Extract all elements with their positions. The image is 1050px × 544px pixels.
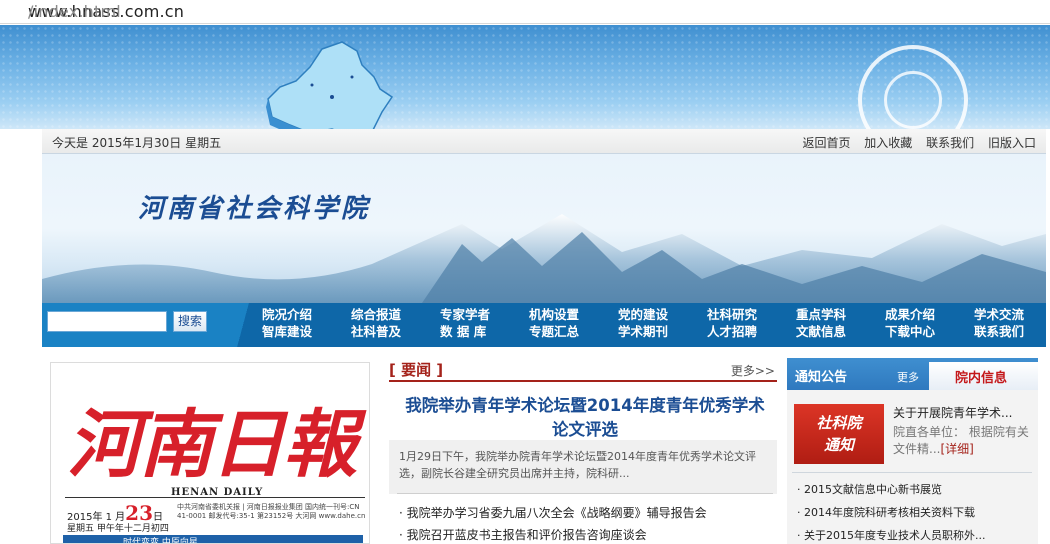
news-section-label: [ 要闻 ] bbox=[389, 361, 444, 379]
notice-list-item[interactable]: · 2014年度院科研考核相关资料下载 bbox=[797, 501, 985, 524]
tab-internal-info[interactable]: 院内信息 bbox=[929, 362, 1038, 390]
main-nav: 搜索 院况介绍 智库建设 综合报道 社科普及 专家学者数 据 库 机构设置 专题汇总 … bbox=[42, 303, 1046, 347]
tab-notices[interactable]: 通知公告 bbox=[795, 366, 847, 385]
nav-item-2[interactable]: 综合报道 社科普及 bbox=[351, 306, 431, 340]
news-list: · 我院举办学习省委九届八次全会《战略纲要》辅导报告会 · 我院召开蓝皮书主报告… bbox=[399, 502, 707, 544]
notice-panel: 通知公告 更多 院内信息 社科院 通知 关于开展院青年学术... 院直各单位： … bbox=[787, 358, 1038, 544]
contact-link[interactable]: 联系我们 bbox=[926, 136, 974, 150]
site-title: 河南省社会科学院 bbox=[138, 194, 371, 224]
notice-description: 院直各单位： 根据院有关文件精...[详细] bbox=[893, 425, 1029, 456]
notice-header: 通知公告 更多 院内信息 bbox=[787, 358, 1038, 390]
nav-item-4[interactable]: 机构设置 专题汇总 bbox=[529, 306, 609, 340]
news-headline[interactable]: 我院举办青年学术论坛暨2014年度青年优秀学术论文评选 bbox=[399, 394, 771, 442]
search-button[interactable]: 搜索 bbox=[173, 311, 207, 332]
news-more-link[interactable]: 更多>> bbox=[731, 362, 775, 379]
search-input[interactable] bbox=[47, 311, 167, 332]
top-links: 返回首页 加入收藏 联系我们 旧版入口 bbox=[792, 134, 1036, 151]
nav-item-9[interactable]: 学术交流 联系我们 bbox=[974, 306, 1050, 340]
header-banner bbox=[0, 25, 1050, 129]
address-bar[interactable]: www.hnass.com.cn/index.html bbox=[0, 0, 1050, 24]
notice-more-link[interactable]: 更多 bbox=[897, 369, 919, 385]
top-info-bar: 今天是 2015年1月30日 星期五 返回首页 加入收藏 联系我们 旧版入口 bbox=[42, 129, 1046, 154]
notice-list-item[interactable]: · 关于2015年度专业技术人员职称外... bbox=[797, 524, 985, 544]
site-frame: 今天是 2015年1月30日 星期五 返回首页 加入收藏 联系我们 旧版入口 河… bbox=[42, 129, 1046, 347]
notice-title[interactable]: 关于开展院青年学术... bbox=[893, 404, 1012, 421]
current-date: 今天是 2015年1月30日 星期五 bbox=[52, 136, 222, 150]
news-list-item[interactable]: · 我院召开蓝皮书主报告和评价报告咨询座谈会 bbox=[399, 524, 707, 544]
nav-item-6[interactable]: 社科研究 人才招聘 bbox=[707, 306, 787, 340]
newspaper-weekday: 星期五 甲午年十二月初四 bbox=[67, 524, 169, 534]
news-section: [ 要闻 ] 更多>> 我院举办青年学术论坛暨2014年度青年优秀学术论文评选 … bbox=[389, 358, 777, 544]
notice-detail-link[interactable]: [详细] bbox=[940, 442, 973, 456]
nav-item-1[interactable]: 院况介绍 智库建设 bbox=[262, 306, 342, 340]
nav-item-3[interactable]: 专家学者数 据 库 bbox=[440, 306, 520, 340]
notice-list-item[interactable]: · 2015文献信息中心新书展览 bbox=[797, 478, 985, 501]
newspaper-title: 河南日報 bbox=[67, 402, 357, 488]
news-summary: 1月29日下午，我院举办院青年学术论坛暨2014年度青年优秀学术论文评选，副院长… bbox=[399, 450, 756, 480]
nav-items: 院况介绍 智库建设 综合报道 社科普及 专家学者数 据 库 机构设置 专题汇总 党的建… bbox=[260, 306, 1046, 346]
old-version-link[interactable]: 旧版入口 bbox=[988, 136, 1036, 150]
henan-map-icon bbox=[266, 41, 394, 129]
url-path: /index.html bbox=[28, 2, 121, 21]
home-link[interactable]: 返回首页 bbox=[802, 136, 850, 150]
notice-badge-image[interactable]: 社科院 通知 bbox=[794, 404, 884, 464]
newspaper-masthead-info: 中共河南省委机关报 | 河南日报报业集团 国内统一刊号:CN 41-0001 邮… bbox=[177, 503, 366, 520]
newspaper-bottom-bar: 时代变变 中原向星 bbox=[63, 535, 363, 543]
add-favorite-link[interactable]: 加入收藏 bbox=[864, 136, 912, 150]
news-list-item[interactable]: · 我院举办学习省委九届八次全会《战略纲要》辅导报告会 bbox=[399, 502, 707, 524]
nav-item-7[interactable]: 重点学科 文献信息 bbox=[796, 306, 876, 340]
nav-item-8[interactable]: 成果介绍 下载中心 bbox=[885, 306, 965, 340]
hero-banner: 河南省社会科学院 bbox=[42, 154, 1046, 303]
mountain-landscape-icon bbox=[42, 214, 1046, 303]
news-header: [ 要闻 ] 更多>> bbox=[389, 358, 777, 382]
notice-list: · 2015文献信息中心新书展览 · 2014年度院科研考核相关资料下载 · 关… bbox=[797, 478, 985, 544]
nav-item-5[interactable]: 党的建设 学术期刊 bbox=[618, 306, 698, 340]
newspaper-thumbnail[interactable]: 河南日報 HENAN DAILY 2015年 1 月23日 星期五 甲午年十二月… bbox=[50, 362, 370, 544]
